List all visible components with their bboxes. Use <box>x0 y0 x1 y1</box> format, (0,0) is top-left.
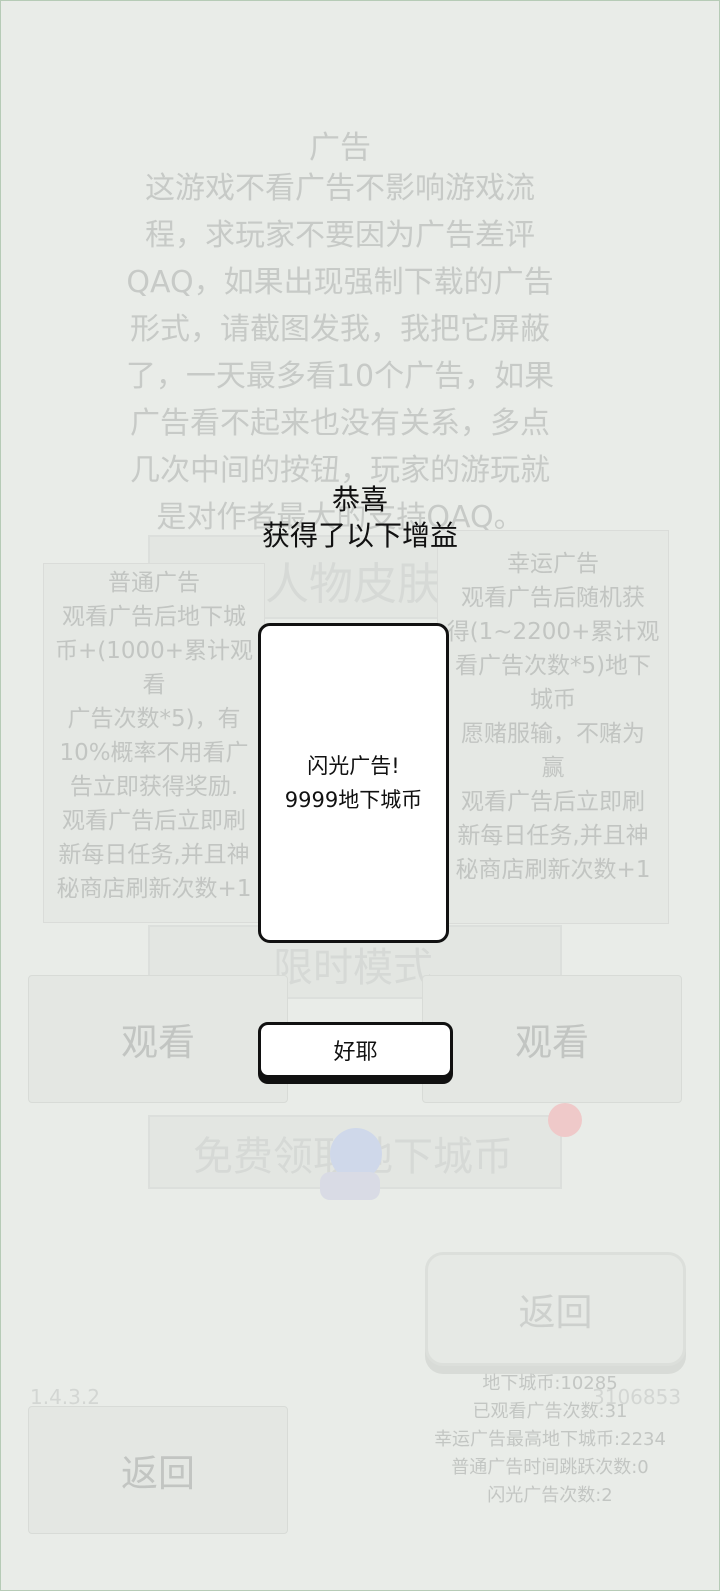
ad-notice-line: 广告看不起来也没有关系，多点 <box>130 406 550 441</box>
reward-card-amount: 9999地下城币 <box>284 788 423 812</box>
lucky-ad-line: 看广告次数*5)地下 <box>454 653 652 679</box>
stat-lucky-max: 幸运广告最高地下城币:2234 <box>434 1429 666 1450</box>
stat-flash-ads: 闪光广告次数:2 <box>487 1485 613 1506</box>
ad-notice-line: QAQ，如果出现强制下载的广告 <box>126 265 554 300</box>
watch-lucky-ad-button[interactable]: 观看 <box>422 975 682 1103</box>
ad-notice-line: 这游戏不看广告不影响游戏流 <box>145 171 535 206</box>
ad-notice-line: 了，一天最多看10个广告，如果 <box>125 359 555 394</box>
normal-ad-line: 告立即获得奖励. <box>69 774 239 800</box>
lucky-ad-line: 观看广告后随机获 <box>461 585 645 611</box>
back-button-left[interactable]: 返回 <box>28 1406 288 1534</box>
stat-ads-watched: 已观看广告次数:31 <box>472 1401 628 1422</box>
lucky-ad-panel: 幸运广告 观看广告后随机获 得(1~2200+累计观 看广告次数*5)地下 城币… <box>437 530 669 924</box>
normal-ad-line: 新每日任务,并且神 <box>58 842 250 868</box>
lucky-ad-line: 城币 <box>530 687 576 713</box>
lucky-ad-line: 得(1~2200+累计观 <box>446 619 660 645</box>
stat-time-skips: 普通广告时间跳跃次数:0 <box>451 1457 649 1478</box>
normal-ad-line: 观看广告后立即刷 <box>62 808 246 834</box>
lucky-ad-line: 新每日任务,并且神 <box>457 823 649 849</box>
lucky-ad-line: 秘商店刷新次数+1 <box>455 857 651 883</box>
stat-coins: 地下城币:10285 <box>482 1373 618 1394</box>
popup-heading: 恭喜 获得了以下增益 <box>160 482 560 554</box>
ad-notice-title: 广告 <box>309 130 371 166</box>
ok-button[interactable]: 好耶 <box>258 1022 453 1078</box>
popup-title: 恭喜 <box>331 483 388 516</box>
stats-block: 地下城币:10285 已观看广告次数:31 幸运广告最高地下城币:2234 普通… <box>390 1370 710 1510</box>
normal-ad-line: 秘商店刷新次数+1 <box>56 876 252 902</box>
ad-notice-line: 程，求玩家不要因为广告差评 <box>145 218 535 253</box>
normal-ad-line: 币+(1000+累计观看 <box>54 638 254 698</box>
normal-ad-line: 广告次数*5)，有 <box>67 706 241 732</box>
lucky-ad-line: 赢 <box>541 755 565 781</box>
popup-subtitle: 获得了以下增益 <box>261 519 458 552</box>
character-sprite-body-icon <box>320 1172 380 1200</box>
lucky-ad-line: 观看广告后立即刷 <box>461 789 645 815</box>
reward-card: 闪光广告! 9999地下城币 <box>258 623 449 943</box>
normal-ad-title: 普通广告 <box>108 570 200 596</box>
back-button-right[interactable]: 返回 <box>425 1252 686 1366</box>
normal-ad-panel: 普通广告 观看广告后地下城 币+(1000+累计观看 广告次数*5)，有 10%… <box>43 563 265 923</box>
watch-normal-ad-button[interactable]: 观看 <box>28 975 288 1103</box>
lucky-ad-line: 愿赌服输，不赌为 <box>461 721 645 747</box>
normal-ad-line: 观看广告后地下城 <box>62 604 246 630</box>
ad-notice-line: 形式，请截图发我，我把它屏蔽 <box>130 312 550 347</box>
normal-ad-line: 10%概率不用看广 <box>59 740 249 766</box>
notification-dot <box>548 1103 582 1137</box>
reward-card-name: 闪光广告! <box>307 754 400 778</box>
